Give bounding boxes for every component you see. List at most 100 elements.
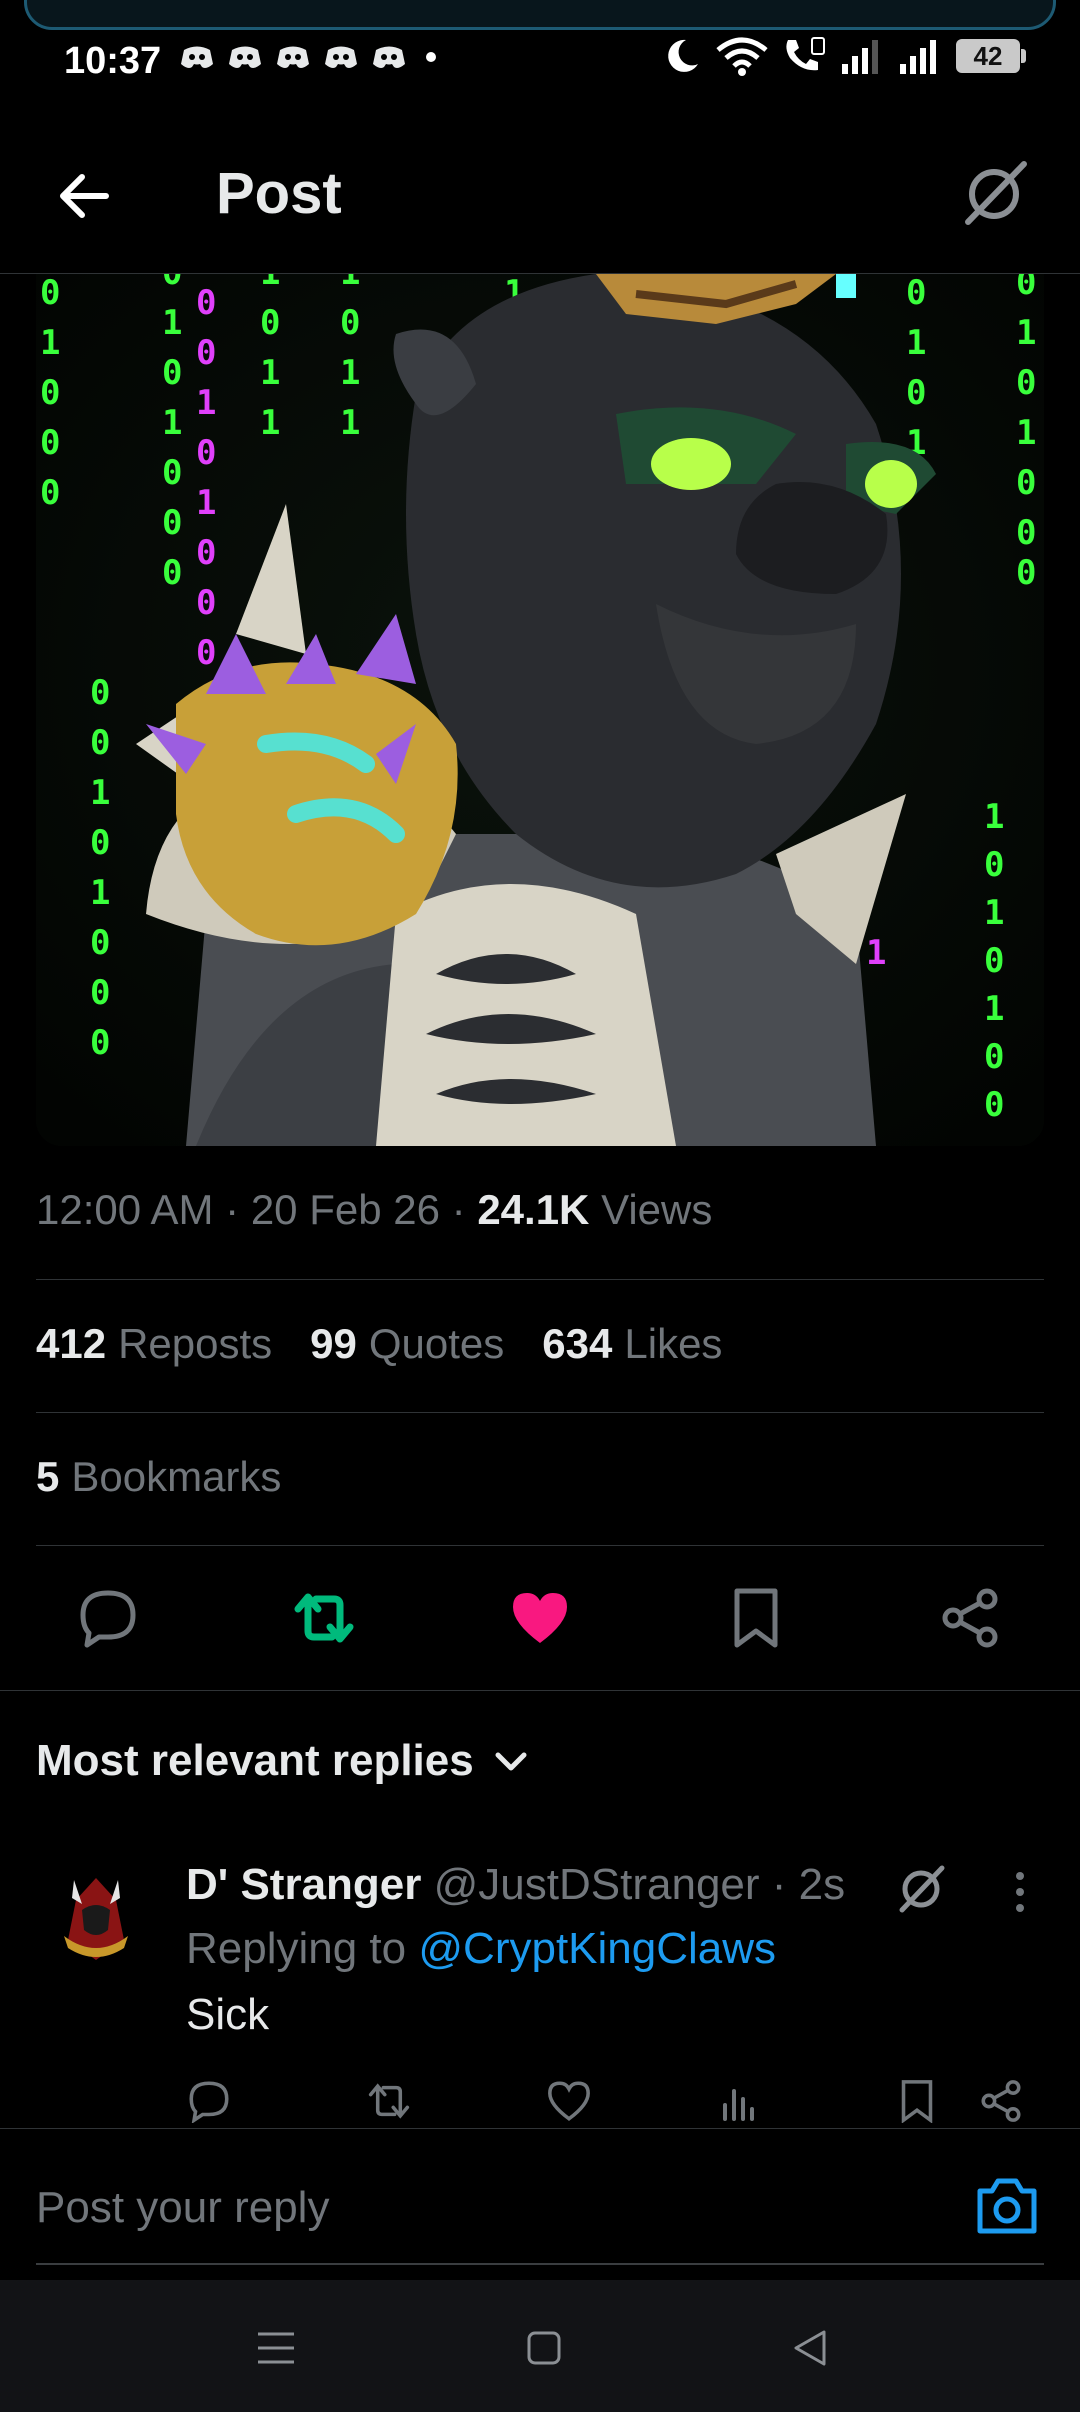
- svg-text:0: 0: [1016, 363, 1036, 403]
- svg-text:0: 0: [196, 583, 216, 623]
- views-count: 24.1K: [477, 1186, 590, 1233]
- compose-underline: [36, 2263, 1044, 2265]
- menu-icon: [258, 2332, 294, 2364]
- author-handle[interactable]: @JustDStranger: [434, 1860, 760, 1909]
- svg-text:0: 0: [40, 373, 60, 413]
- reply-item[interactable]: D' Stranger @JustDStranger · 2s Replying…: [0, 1850, 1080, 2130]
- svg-text:1: 1: [984, 989, 1004, 1029]
- reposts-label: Reposts: [118, 1320, 273, 1367]
- mention-link[interactable]: @CryptKingClaws: [418, 1924, 776, 1973]
- reply-sort-dropdown[interactable]: Most relevant replies: [36, 1736, 528, 1786]
- svg-text:0: 0: [90, 823, 110, 863]
- svg-text:1: 1: [162, 403, 182, 443]
- share-button[interactable]: [932, 1580, 1008, 1656]
- repost-icon: [294, 1593, 354, 1643]
- post-media-image[interactable]: 01000 0101000 1011 1011 1 0101 0101000 0…: [36, 274, 1044, 1146]
- like-button[interactable]: [502, 1580, 578, 1656]
- post-date: 20 Feb 26: [250, 1186, 440, 1233]
- square-icon: [527, 2331, 561, 2365]
- wifi-icon: [716, 37, 768, 76]
- reply-share-button[interactable]: [976, 2076, 1026, 2126]
- reply-bookmark-button[interactable]: [892, 2076, 942, 2126]
- share-icon: [942, 1588, 998, 1648]
- likes-stat[interactable]: 634 Likes: [542, 1320, 722, 1368]
- repost-button[interactable]: [286, 1580, 362, 1656]
- svg-text:1: 1: [260, 403, 280, 443]
- sort-label: Most relevant replies: [36, 1736, 474, 1785]
- svg-text:1: 1: [40, 323, 60, 363]
- svg-text:1: 1: [90, 873, 110, 913]
- reply-time: · 2s: [771, 1860, 846, 1909]
- reply-like-button[interactable]: [544, 2076, 594, 2126]
- avatar[interactable]: [54, 1870, 138, 1970]
- notification-icons: [180, 44, 436, 70]
- divider: [36, 1545, 1044, 1546]
- reply-button[interactable]: [70, 1580, 146, 1656]
- views-label: Views: [601, 1186, 713, 1233]
- post-action-bar: [0, 1580, 1080, 1656]
- svg-text:0: 0: [260, 303, 280, 343]
- likes-label: Likes: [624, 1320, 723, 1367]
- svg-text:0: 0: [196, 283, 216, 323]
- reply-text: Sick: [186, 1990, 270, 2039]
- repost-icon: [368, 2083, 410, 2119]
- bookmark-icon: [901, 2080, 933, 2123]
- arrow-left-icon[interactable]: [52, 164, 116, 228]
- bookmarks-stat[interactable]: 5 Bookmarks: [36, 1453, 281, 1501]
- quotes-stat[interactable]: 99 Quotes: [310, 1320, 504, 1368]
- reply-views-button[interactable]: [714, 2076, 764, 2126]
- divider: [36, 1412, 1044, 1413]
- back-button[interactable]: [780, 2318, 840, 2378]
- svg-text:0: 0: [40, 473, 60, 513]
- camera-icon[interactable]: [974, 2173, 1040, 2239]
- reply-action-bar: [0, 2076, 1080, 2126]
- svg-text:0: 0: [162, 453, 182, 493]
- share-icon: [981, 2080, 1021, 2122]
- reply-header: D' Stranger @JustDStranger · 2s: [186, 1860, 845, 1910]
- svg-text:0: 0: [196, 533, 216, 573]
- reply-input[interactable]: Post your reply: [36, 2183, 329, 2233]
- heart-icon: [548, 2081, 590, 2121]
- svg-text:1: 1: [1016, 413, 1036, 453]
- svg-text:0: 0: [90, 973, 110, 1013]
- svg-text:1: 1: [340, 274, 360, 293]
- svg-text:0: 0: [162, 503, 182, 543]
- volte-call-icon: [786, 37, 825, 71]
- replying-to: Replying to @CryptKingClaws: [186, 1924, 776, 1974]
- grok-icon[interactable]: [892, 1860, 950, 1918]
- svg-text:0: 0: [984, 845, 1004, 885]
- signal-icon: [842, 40, 878, 74]
- reply-reply-button[interactable]: [184, 2076, 234, 2126]
- svg-text:1: 1: [196, 383, 216, 423]
- moon-icon: [668, 39, 698, 72]
- divider: [36, 1279, 1044, 1280]
- likes-count: 634: [542, 1320, 613, 1367]
- discord-icon: [373, 46, 405, 68]
- svg-text:1: 1: [162, 303, 182, 343]
- post-time: 12:00 AM: [36, 1186, 214, 1233]
- recent-apps-button[interactable]: [246, 2318, 306, 2378]
- discord-icon: [229, 46, 261, 68]
- svg-text:0: 0: [1016, 274, 1036, 303]
- chevron-down-icon: [495, 1752, 527, 1771]
- svg-text:1: 1: [90, 773, 110, 813]
- replying-prefix: Replying to: [186, 1924, 407, 1973]
- bookmarks-label: Bookmarks: [71, 1453, 282, 1500]
- reposts-stat[interactable]: 412 Reposts: [36, 1320, 272, 1368]
- bookmark-button[interactable]: [718, 1580, 794, 1656]
- svg-text:0: 0: [90, 673, 110, 713]
- svg-text:0: 0: [196, 333, 216, 373]
- author-name[interactable]: D' Stranger: [186, 1860, 421, 1909]
- home-button[interactable]: [514, 2318, 574, 2378]
- discord-icon: [325, 46, 357, 68]
- svg-text:0: 0: [40, 423, 60, 463]
- grok-icon[interactable]: [956, 156, 1032, 232]
- post-meta: 12:00 AM · 20 Feb 26 · 24.1K Views: [36, 1186, 712, 1234]
- reply-repost-button[interactable]: [364, 2076, 414, 2126]
- reply-icon: [189, 2081, 229, 2123]
- svg-text:1: 1: [984, 797, 1004, 837]
- bookmarks-count: 5: [36, 1453, 60, 1500]
- svg-text:1: 1: [866, 933, 886, 973]
- svg-text:0: 0: [984, 1037, 1004, 1077]
- more-options-icon[interactable]: [1002, 1868, 1038, 1916]
